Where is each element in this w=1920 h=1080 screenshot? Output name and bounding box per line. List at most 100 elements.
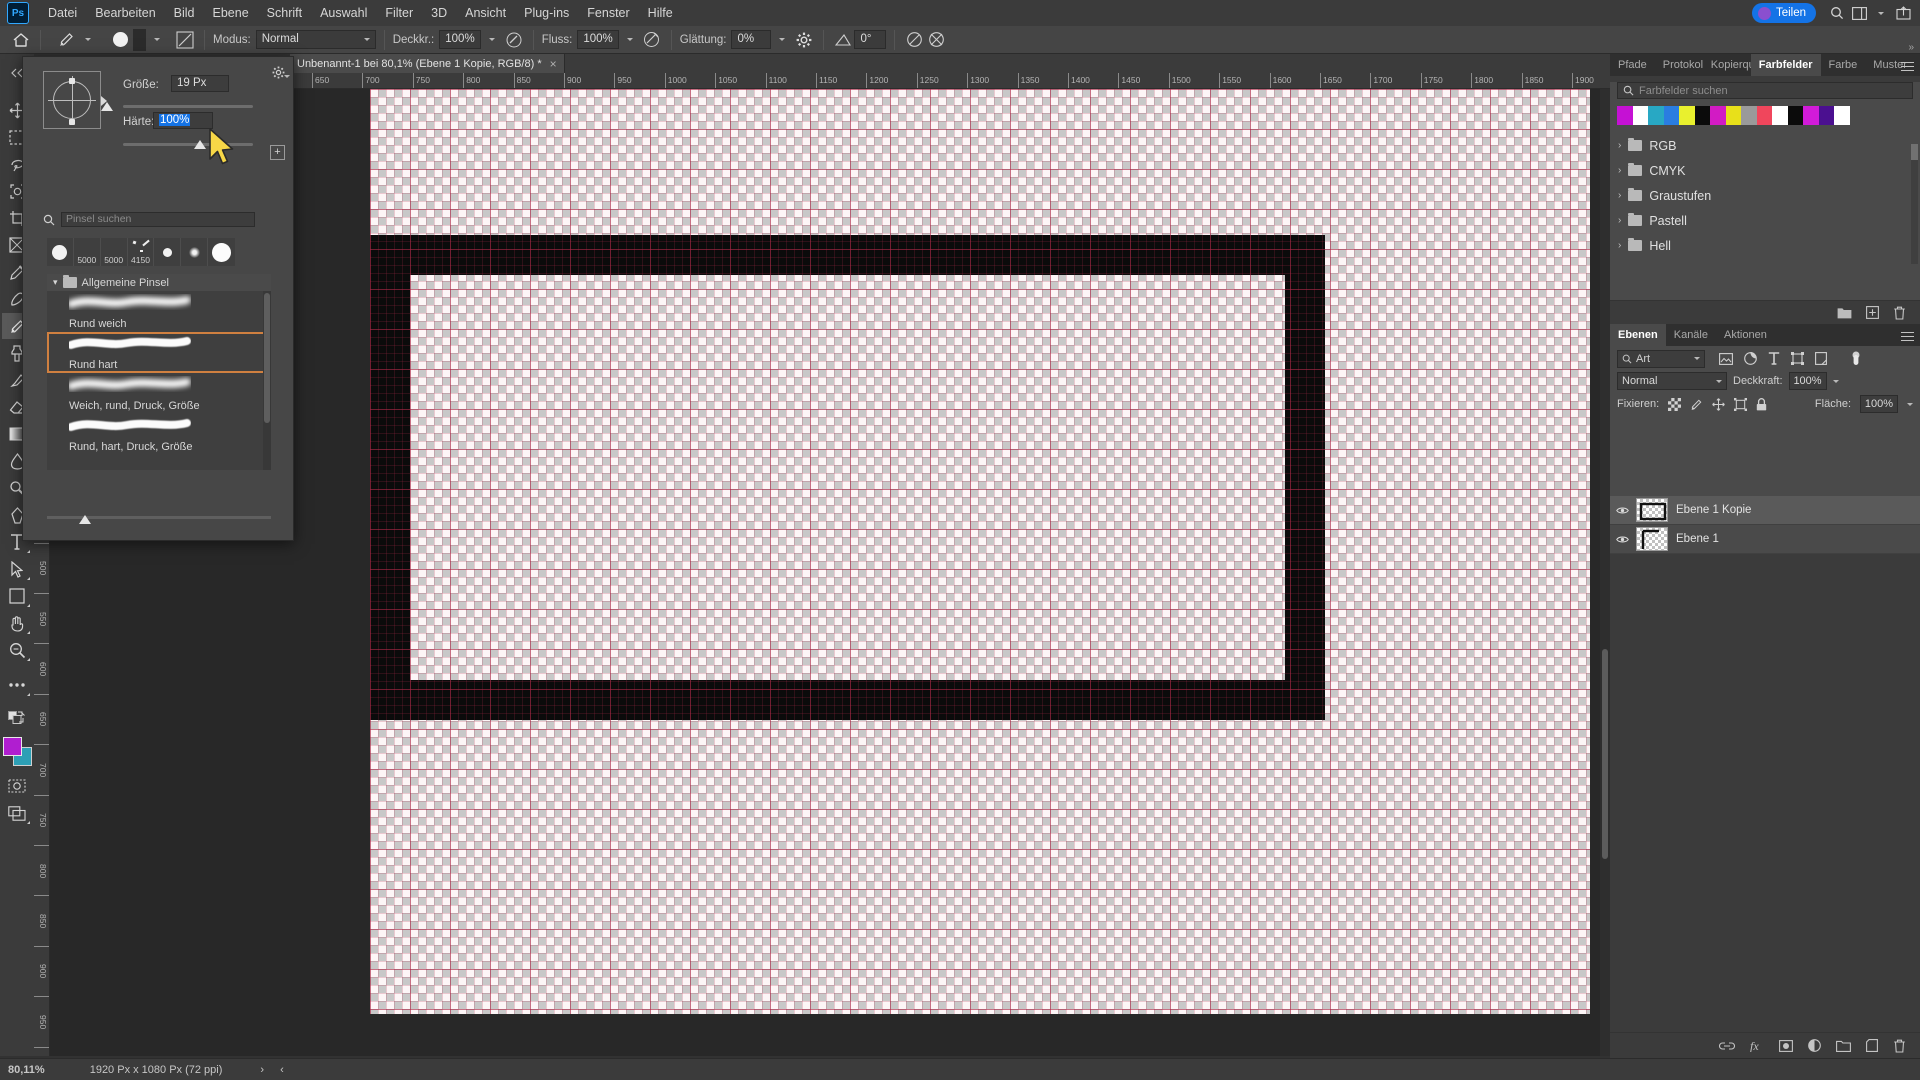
scrollbar-thumb[interactable] — [264, 293, 270, 423]
brush-preset-list[interactable]: ▾ Allgemeine Pinsel Rund weich Rund hart W… — [47, 274, 271, 470]
airbrush-icon[interactable] — [641, 29, 663, 51]
tool-more[interactable] — [2, 672, 32, 698]
swatch-list-scrollbar[interactable] — [1911, 144, 1918, 264]
swatch[interactable] — [1694, 106, 1710, 125]
search-icon[interactable] — [1826, 2, 1848, 24]
symmetry-icon[interactable] — [903, 29, 925, 51]
filter-shape-icon[interactable] — [1791, 352, 1804, 365]
swatch-strip[interactable] — [1617, 106, 1913, 125]
workspace-icon[interactable] — [1848, 2, 1870, 24]
chevron-right-icon[interactable]: › — [1618, 215, 1621, 226]
chevron-right-icon[interactable]: › — [1618, 165, 1621, 176]
menu-filter[interactable]: Filter — [376, 0, 422, 26]
swatch[interactable] — [1787, 106, 1803, 125]
brush-group-allgemeine-pinsel[interactable]: ▾ Allgemeine Pinsel — [47, 274, 271, 291]
home-icon[interactable] — [10, 29, 32, 51]
recent-brush-cell[interactable] — [154, 238, 182, 266]
tab-aktionen[interactable]: Aktionen — [1716, 324, 1775, 346]
panel-menu-icon[interactable] — [1901, 329, 1914, 344]
tab-protokoll[interactable]: Protokoll — [1655, 54, 1703, 76]
screen-mode-icon[interactable] — [2, 800, 32, 826]
brush-tool-chevron-icon[interactable] — [77, 29, 99, 51]
menu-datei[interactable]: Datei — [39, 0, 86, 26]
swatch[interactable] — [1756, 106, 1772, 125]
layer-thumbnail[interactable] — [1636, 527, 1668, 551]
recent-brush-cell[interactable] — [181, 238, 209, 266]
filter-type-icon[interactable] — [1768, 352, 1780, 365]
recent-brushes-strip[interactable]: 5000 5000 4150 — [47, 238, 235, 266]
brush-preset-item[interactable]: Rund, hart, Druck, Größe — [47, 414, 271, 455]
recent-brush-cell[interactable]: 4150 — [128, 238, 155, 266]
swatch[interactable] — [1663, 106, 1679, 125]
menu-ebene[interactable]: Ebene — [204, 0, 258, 26]
status-prev-icon[interactable]: ‹ — [280, 1064, 284, 1076]
lock-transparency-icon[interactable] — [1668, 397, 1682, 411]
brush-hardness-slider-thumb[interactable] — [194, 140, 206, 149]
brush-popup-gear-icon[interactable] — [272, 66, 290, 79]
lock-artboard-nesting-icon[interactable] — [1734, 397, 1748, 411]
brush-angle-icon[interactable] — [832, 29, 854, 51]
tab-farbfelder[interactable]: Farbfelder — [1750, 54, 1821, 76]
status-next-icon[interactable]: › — [260, 1064, 264, 1076]
quick-mask-icon[interactable] — [2, 773, 32, 799]
tablet-pressure-size-icon[interactable] — [925, 29, 947, 51]
artboard[interactable] — [370, 89, 1590, 1014]
brush-search-input[interactable]: Pinsel suchen — [61, 212, 255, 227]
menu-ansicht[interactable]: Ansicht — [456, 0, 515, 26]
swatch[interactable] — [1710, 106, 1726, 125]
new-group-icon[interactable] — [1836, 1040, 1851, 1052]
brush-roundness-handle-bottom[interactable] — [69, 119, 75, 125]
menu-fenster[interactable]: Fenster — [578, 0, 638, 26]
swatch[interactable] — [1834, 106, 1850, 125]
menu-plugins[interactable]: Plug-ins — [515, 0, 578, 26]
tool-hand[interactable] — [2, 610, 32, 636]
layer-opacity-chevron-icon[interactable] — [1832, 379, 1839, 383]
eye-icon[interactable] — [1616, 535, 1629, 544]
brush-tool-icon[interactable] — [55, 29, 77, 51]
smoothing-chevron-icon[interactable] — [771, 29, 793, 51]
workspace-chevron-down-icon[interactable] — [1870, 2, 1892, 24]
brush-tip-preview[interactable] — [43, 71, 107, 129]
tool-path-selection[interactable] — [2, 556, 32, 582]
swatch[interactable] — [1632, 106, 1648, 125]
panel-menu-icon[interactable] — [1901, 59, 1914, 74]
brush-roundness-handle-top[interactable] — [69, 78, 75, 84]
swatch[interactable] — [1617, 106, 1633, 125]
brush-preset-picker-popup[interactable]: Größe: 19 Px Härte: 100% + Pinsel suchen… — [22, 56, 294, 541]
chevron-right-icon[interactable]: › — [1618, 140, 1621, 151]
swatch[interactable] — [1679, 106, 1695, 125]
swatch[interactable] — [1648, 106, 1664, 125]
recent-brush-cell[interactable] — [208, 238, 235, 266]
swatch[interactable] — [1772, 106, 1788, 125]
menu-3d[interactable]: 3D — [422, 0, 456, 26]
filter-pixel-icon[interactable] — [1719, 352, 1733, 365]
scrollbar-thumb[interactable] — [1602, 649, 1608, 859]
tab-farbe[interactable]: Farbe — [1821, 54, 1866, 76]
swatch[interactable] — [1803, 106, 1819, 125]
layer-filter-kind-select[interactable]: Art — [1617, 349, 1705, 368]
opacity-pressure-icon[interactable] — [503, 29, 525, 51]
brush-popup-bottom-slider-thumb[interactable] — [79, 515, 91, 524]
menu-bild[interactable]: Bild — [165, 0, 204, 26]
tab-kanaele[interactable]: Kanäle — [1666, 324, 1716, 346]
smoothing-input[interactable]: 0% — [731, 30, 772, 49]
brush-preset-item[interactable]: Rund hart — [47, 332, 271, 373]
eye-icon[interactable] — [1616, 506, 1629, 515]
brush-preset-item[interactable]: Rund weich — [47, 291, 271, 332]
brush-hardness-input[interactable]: 100% — [153, 112, 213, 129]
filter-adjustment-icon[interactable] — [1744, 352, 1757, 365]
brush-hardness-slider[interactable] — [123, 143, 253, 146]
layer-row[interactable]: Ebene 1 Kopie — [1610, 496, 1920, 525]
lock-all-icon[interactable] — [1756, 397, 1767, 411]
create-new-brush-preset-icon[interactable]: + — [270, 145, 285, 160]
brush-preset-chevron-icon[interactable] — [146, 29, 168, 51]
opacity-chevron-icon[interactable] — [481, 29, 503, 51]
tab-kopierquelle[interactable]: Kopierquelle — [1703, 54, 1751, 76]
layer-fill-input[interactable]: 100% — [1860, 395, 1898, 413]
layer-fill-chevron-icon[interactable] — [1907, 402, 1913, 406]
swatch[interactable] — [1818, 106, 1834, 125]
color-swatches[interactable] — [2, 736, 32, 766]
cloud-document-icon[interactable] — [1892, 2, 1914, 24]
recent-brush-cell[interactable] — [47, 238, 74, 266]
smoothing-gear-icon[interactable] — [793, 29, 815, 51]
